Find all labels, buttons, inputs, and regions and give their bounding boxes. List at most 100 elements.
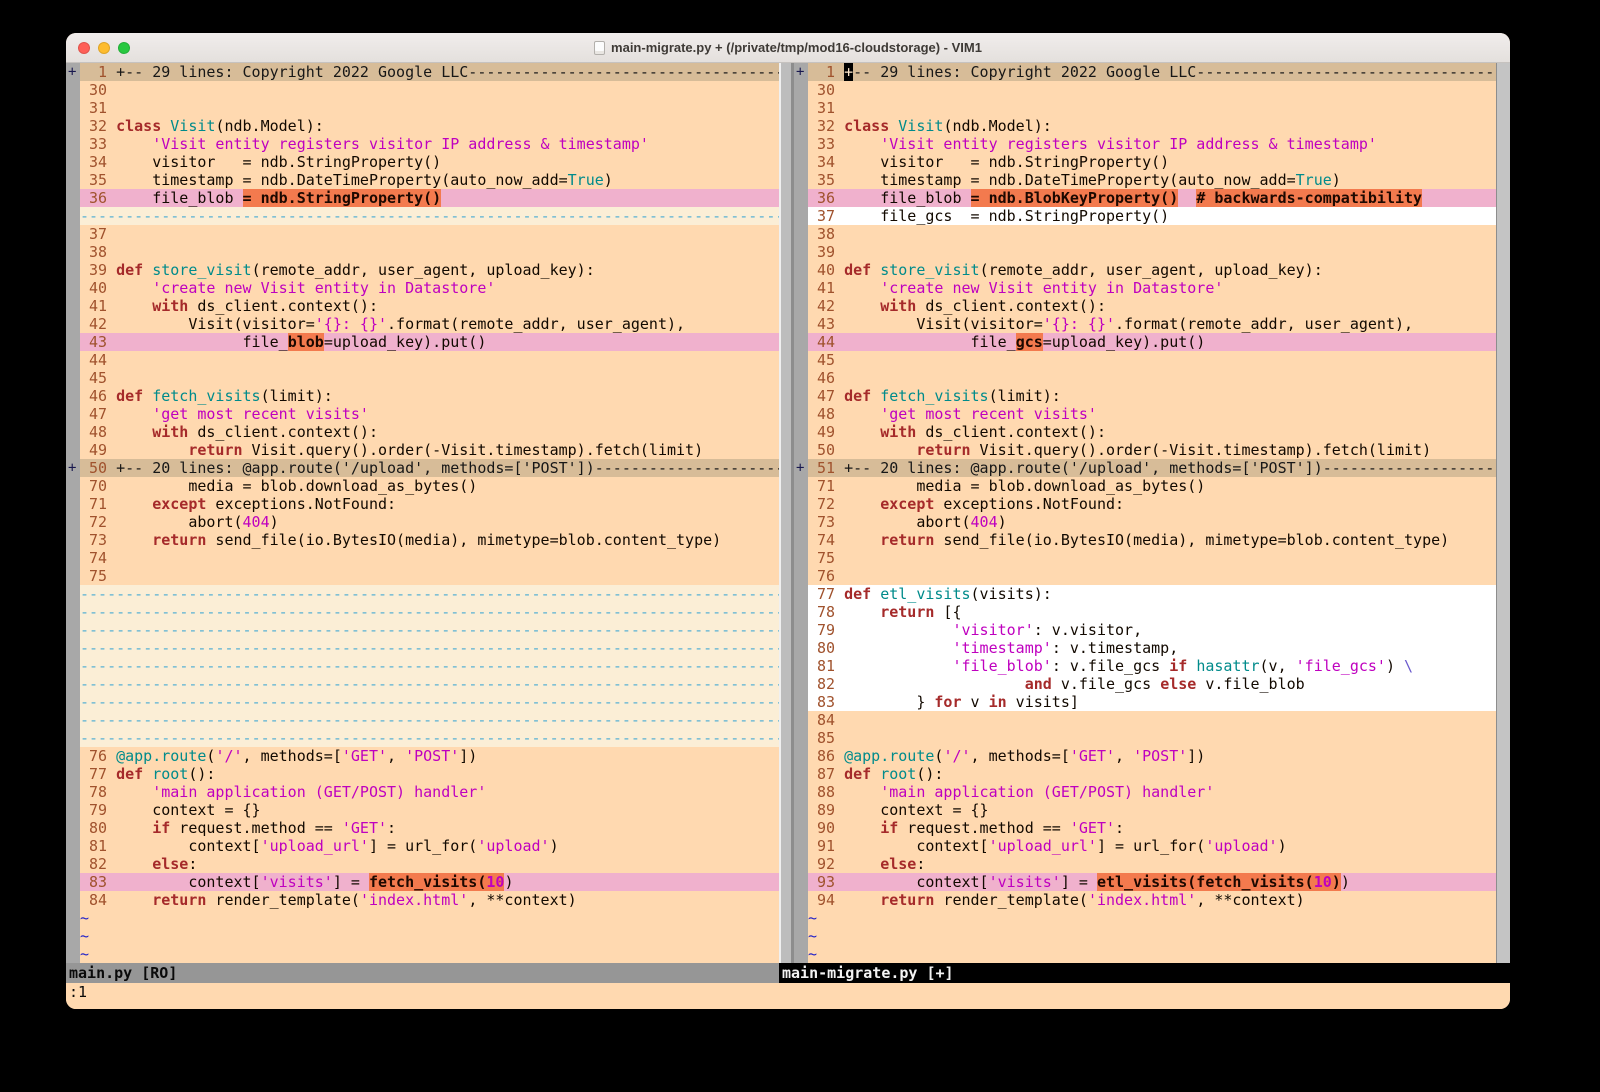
right-code-line-78[interactable]: 78 return [{ — [808, 603, 1496, 621]
left-code-line-74[interactable]: 74 — [80, 549, 779, 567]
right-code-line-39[interactable]: 39 — [808, 243, 1496, 261]
right-code-line-81[interactable]: 81 'file_blob': v.file_gcs if hasattr(v,… — [808, 657, 1496, 675]
command-line[interactable]: :1 — [66, 983, 1510, 1009]
right-code-line-32[interactable]: 32class Visit(ndb.Model): — [808, 117, 1496, 135]
left-code-line-36[interactable]: 36 file_blob = ndb.StringProperty() — [80, 189, 779, 207]
right-code-line-80[interactable]: 80 'timestamp': v.timestamp, — [808, 639, 1496, 657]
right-code-line-79[interactable]: 79 'visitor': v.visitor, — [808, 621, 1496, 639]
left-code-line-76[interactable]: 76@app.route('/', methods=['GET', 'POST'… — [80, 747, 779, 765]
fold-marker-icon[interactable]: + — [68, 459, 80, 477]
left-code-line-45[interactable]: 45 — [80, 369, 779, 387]
statusline-right[interactable]: main-migrate.py [+] — [779, 963, 1510, 983]
right-code-line-72[interactable]: 72 except exceptions.NotFound: — [808, 495, 1496, 513]
left-diff-filler-line[interactable]: ----------------------------------------… — [80, 585, 779, 603]
left-code-line-47[interactable]: 47 'get most recent visits' — [80, 405, 779, 423]
fold-marker-icon[interactable]: + — [68, 63, 80, 81]
left-empty-line[interactable]: ~ — [80, 909, 779, 927]
left-code-line-84[interactable]: 84 return render_template('index.html', … — [80, 891, 779, 909]
right-empty-line[interactable]: ~ — [808, 945, 1496, 963]
left-code-line-81[interactable]: 81 context['upload_url'] = url_for('uplo… — [80, 837, 779, 855]
left-code-area[interactable]: 1+-- 29 lines: Copyright 2022 Google LLC… — [80, 63, 779, 963]
right-code-line-1[interactable]: 1+-- 29 lines: Copyright 2022 Google LLC… — [808, 63, 1496, 81]
right-code-line-38[interactable]: 38 — [808, 225, 1496, 243]
right-code-line-91[interactable]: 91 context['upload_url'] = url_for('uplo… — [808, 837, 1496, 855]
left-code-line-50[interactable]: 50+-- 20 lines: @app.route('/upload', me… — [80, 459, 779, 477]
right-code-line-41[interactable]: 41 'create new Visit entity in Datastore… — [808, 279, 1496, 297]
right-empty-line[interactable]: ~ — [808, 927, 1496, 945]
statusline-left[interactable]: main.py [RO] — [66, 963, 779, 983]
left-code-line-83[interactable]: 83 context['visits'] = fetch_visits(10) — [80, 873, 779, 891]
left-diff-filler-line[interactable]: ----------------------------------------… — [80, 693, 779, 711]
left-code-line-43[interactable]: 43 file_blob=upload_key).put() — [80, 333, 779, 351]
right-code-line-36[interactable]: 36 file_blob = ndb.BlobKeyProperty() # b… — [808, 189, 1496, 207]
right-code-line-35[interactable]: 35 timestamp = ndb.DateTimeProperty(auto… — [808, 171, 1496, 189]
right-code-line-86[interactable]: 86@app.route('/', methods=['GET', 'POST'… — [808, 747, 1496, 765]
left-code-line-1[interactable]: 1+-- 29 lines: Copyright 2022 Google LLC… — [80, 63, 779, 81]
right-empty-line[interactable]: ~ — [808, 909, 1496, 927]
left-diff-filler-line[interactable]: ----------------------------------------… — [80, 657, 779, 675]
right-code-line-44[interactable]: 44 file_gcs=upload_key).put() — [808, 333, 1496, 351]
right-code-line-90[interactable]: 90 if request.method == 'GET': — [808, 819, 1496, 837]
right-code-line-77[interactable]: 77def etl_visits(visits): — [808, 585, 1496, 603]
right-fold-column[interactable]: ++ — [794, 63, 808, 963]
left-code-line-70[interactable]: 70 media = blob.download_as_bytes() — [80, 477, 779, 495]
right-code-line-71[interactable]: 71 media = blob.download_as_bytes() — [808, 477, 1496, 495]
left-code-line-72[interactable]: 72 abort(404) — [80, 513, 779, 531]
left-code-line-42[interactable]: 42 Visit(visitor='{}: {}'.format(remote_… — [80, 315, 779, 333]
left-code-line-71[interactable]: 71 except exceptions.NotFound: — [80, 495, 779, 513]
right-code-line-74[interactable]: 74 return send_file(io.BytesIO(media), m… — [808, 531, 1496, 549]
right-code-line-75[interactable]: 75 — [808, 549, 1496, 567]
right-code-line-82[interactable]: 82 and v.file_gcs else v.file_blob — [808, 675, 1496, 693]
right-code-line-34[interactable]: 34 visitor = ndb.StringProperty() — [808, 153, 1496, 171]
left-code-line-30[interactable]: 30 — [80, 81, 779, 99]
right-code-line-48[interactable]: 48 'get most recent visits' — [808, 405, 1496, 423]
left-code-line-77[interactable]: 77def root(): — [80, 765, 779, 783]
minimize-button[interactable] — [98, 42, 110, 54]
right-code-line-42[interactable]: 42 with ds_client.context(): — [808, 297, 1496, 315]
left-diff-filler-line[interactable]: ----------------------------------------… — [80, 621, 779, 639]
right-code-line-31[interactable]: 31 — [808, 99, 1496, 117]
left-diff-filler-line[interactable]: ----------------------------------------… — [80, 711, 779, 729]
right-code-line-73[interactable]: 73 abort(404) — [808, 513, 1496, 531]
right-code-line-84[interactable]: 84 — [808, 711, 1496, 729]
right-code-line-40[interactable]: 40def store_visit(remote_addr, user_agen… — [808, 261, 1496, 279]
left-diff-filler-line[interactable]: ----------------------------------------… — [80, 639, 779, 657]
left-diff-filler-line[interactable]: ----------------------------------------… — [80, 729, 779, 747]
right-code-line-37[interactable]: 37 file_gcs = ndb.StringProperty() — [808, 207, 1496, 225]
left-code-line-41[interactable]: 41 with ds_client.context(): — [80, 297, 779, 315]
left-code-line-34[interactable]: 34 visitor = ndb.StringProperty() — [80, 153, 779, 171]
right-code-line-45[interactable]: 45 — [808, 351, 1496, 369]
right-code-line-76[interactable]: 76 — [808, 567, 1496, 585]
right-code-line-85[interactable]: 85 — [808, 729, 1496, 747]
fold-marker-icon[interactable]: + — [796, 459, 808, 477]
scrollbar[interactable] — [1496, 63, 1510, 963]
right-code-line-88[interactable]: 88 'main application (GET/POST) handler' — [808, 783, 1496, 801]
right-code-line-51[interactable]: 51+-- 20 lines: @app.route('/upload', me… — [808, 459, 1496, 477]
titlebar[interactable]: main-migrate.py + (/private/tmp/mod16-cl… — [66, 33, 1510, 63]
right-code-line-87[interactable]: 87def root(): — [808, 765, 1496, 783]
left-code-line-49[interactable]: 49 return Visit.query().order(-Visit.tim… — [80, 441, 779, 459]
left-empty-line[interactable]: ~ — [80, 927, 779, 945]
left-code-line-31[interactable]: 31 — [80, 99, 779, 117]
right-code-line-93[interactable]: 93 context['visits'] = etl_visits(fetch_… — [808, 873, 1496, 891]
left-diff-filler-line[interactable]: ----------------------------------------… — [80, 603, 779, 621]
right-code-line-43[interactable]: 43 Visit(visitor='{}: {}'.format(remote_… — [808, 315, 1496, 333]
left-fold-column[interactable]: ++ — [66, 63, 80, 963]
right-code-line-49[interactable]: 49 with ds_client.context(): — [808, 423, 1496, 441]
close-button[interactable] — [78, 42, 90, 54]
left-code-line-44[interactable]: 44 — [80, 351, 779, 369]
right-code-line-33[interactable]: 33 'Visit entity registers visitor IP ad… — [808, 135, 1496, 153]
right-code-area[interactable]: 1+-- 29 lines: Copyright 2022 Google LLC… — [808, 63, 1496, 963]
left-code-line-75[interactable]: 75 — [80, 567, 779, 585]
left-code-line-35[interactable]: 35 timestamp = ndb.DateTimeProperty(auto… — [80, 171, 779, 189]
window-split-divider[interactable] — [779, 63, 794, 963]
left-code-line-80[interactable]: 80 if request.method == 'GET': — [80, 819, 779, 837]
right-code-line-89[interactable]: 89 context = {} — [808, 801, 1496, 819]
left-code-line-38[interactable]: 38 — [80, 243, 779, 261]
left-code-line-82[interactable]: 82 else: — [80, 855, 779, 873]
zoom-button[interactable] — [118, 42, 130, 54]
left-code-line-48[interactable]: 48 with ds_client.context(): — [80, 423, 779, 441]
left-code-line-73[interactable]: 73 return send_file(io.BytesIO(media), m… — [80, 531, 779, 549]
left-empty-line[interactable]: ~ — [80, 945, 779, 963]
left-code-line-33[interactable]: 33 'Visit entity registers visitor IP ad… — [80, 135, 779, 153]
